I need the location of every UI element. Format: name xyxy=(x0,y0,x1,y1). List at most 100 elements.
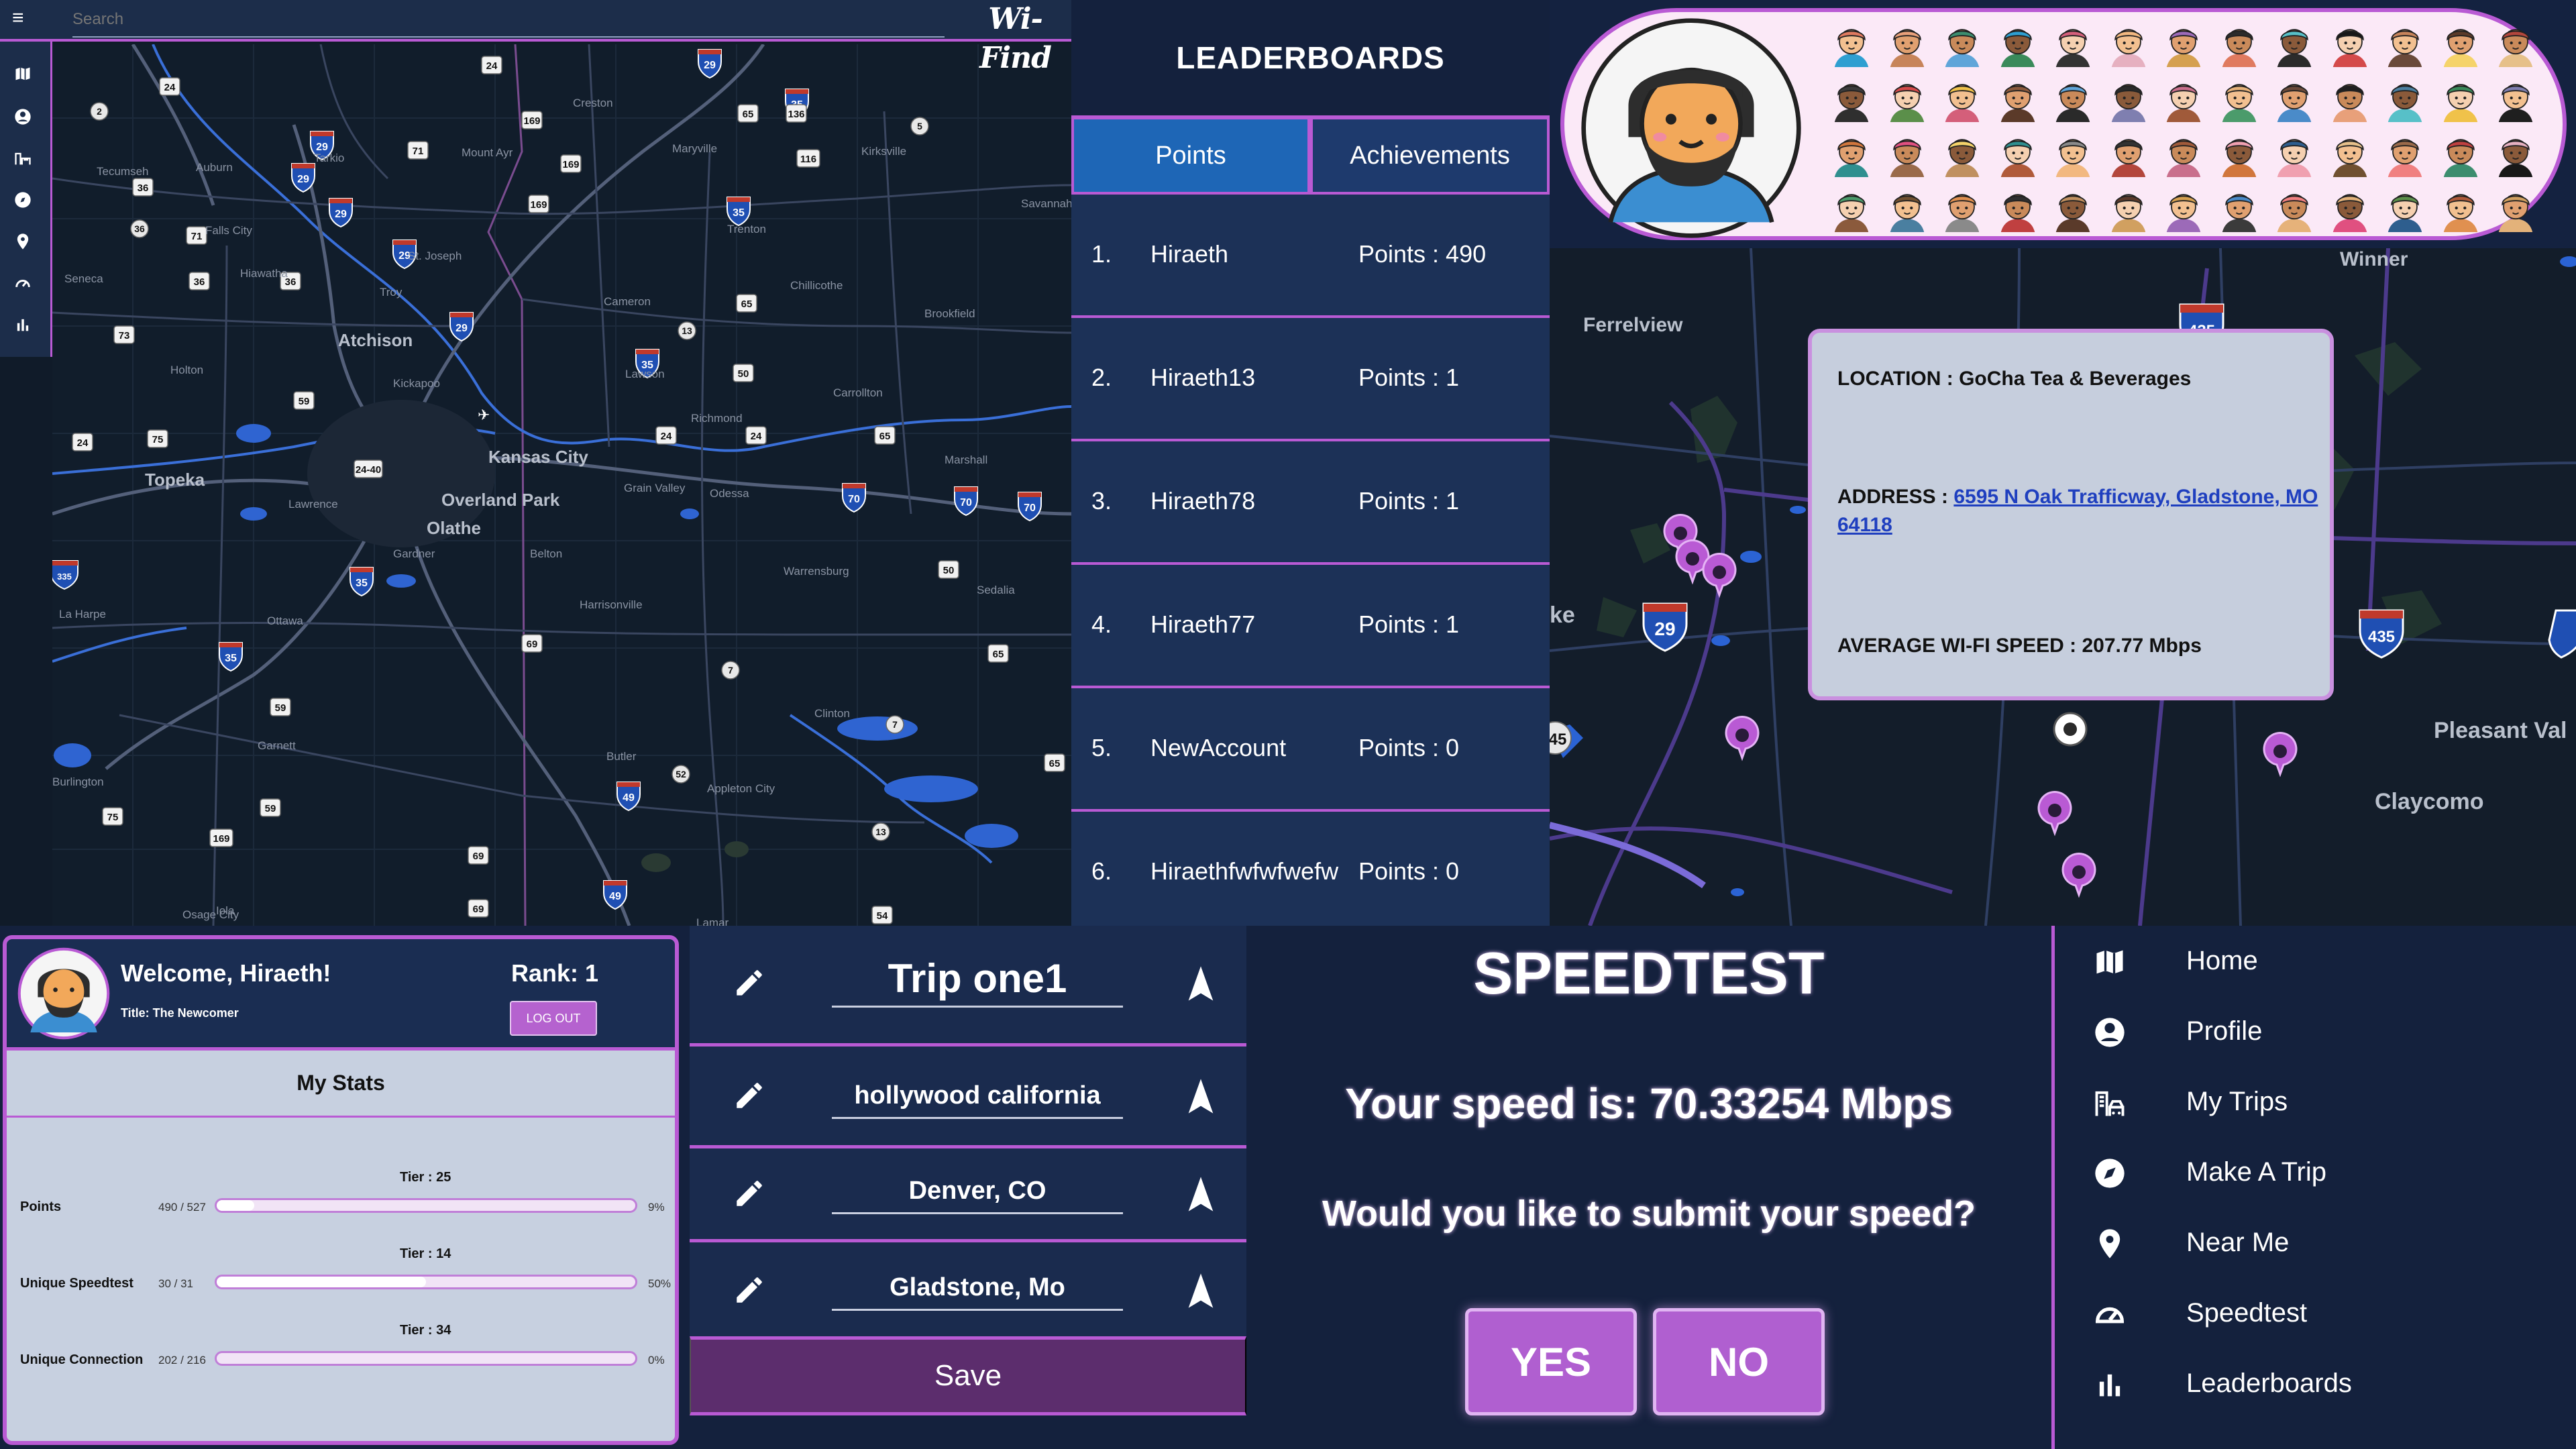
avatar-option[interactable] xyxy=(2270,19,2318,67)
leaderboard-row: 5. NewAccount Points : 0 xyxy=(1071,688,1550,812)
avatar-option[interactable] xyxy=(2104,74,2153,122)
avatar-option[interactable] xyxy=(2491,19,2540,67)
town-label: Creston xyxy=(573,97,613,109)
avatar-option[interactable] xyxy=(2381,129,2429,177)
menu-item-home[interactable]: Home xyxy=(2055,926,2576,996)
avatar-option[interactable] xyxy=(2491,184,2540,232)
menu-item-my-trips[interactable]: My Trips xyxy=(2055,1067,2576,1137)
svg-text:65: 65 xyxy=(1049,758,1061,769)
avatar-option[interactable] xyxy=(2436,19,2485,67)
avatar-option[interactable] xyxy=(2491,129,2540,177)
player-points: Points : 0 xyxy=(1358,857,1460,885)
avatar-option[interactable] xyxy=(2104,19,2153,67)
menu-item-make-a-trip[interactable]: Make A Trip xyxy=(2055,1137,2576,1208)
svg-text:69: 69 xyxy=(473,851,484,862)
tab-achievements[interactable]: Achievements xyxy=(1310,115,1550,195)
avatar-option[interactable] xyxy=(1827,19,1876,67)
edit-pencil-icon[interactable] xyxy=(733,1177,766,1210)
avatar-option[interactable] xyxy=(1938,184,1986,232)
bar-chart-icon[interactable] xyxy=(9,311,36,338)
city-label: Atchison xyxy=(338,330,413,350)
avatar-option[interactable] xyxy=(1883,129,1931,177)
avatar-option[interactable] xyxy=(2270,184,2318,232)
search-input[interactable] xyxy=(72,3,945,38)
tab-points[interactable]: Points xyxy=(1071,115,1310,195)
menu-item-profile[interactable]: Profile xyxy=(2055,996,2576,1067)
avatar-option[interactable] xyxy=(1883,19,1931,67)
compass-icon[interactable] xyxy=(9,186,36,213)
avatar-option[interactable] xyxy=(2159,19,2208,67)
menu-item-speedtest[interactable]: Speedtest xyxy=(2055,1278,2576,1348)
avatar-option[interactable] xyxy=(2215,184,2263,232)
menu-item-near-me[interactable]: Near Me xyxy=(2055,1208,2576,1278)
avatar-option[interactable] xyxy=(2270,129,2318,177)
avatar-option[interactable] xyxy=(2159,129,2208,177)
account-circle-icon[interactable] xyxy=(9,103,36,130)
avatar-option[interactable] xyxy=(1994,129,2042,177)
near-me-map[interactable]: 29 435 435 45 Ferrelview Winner Pleasant… xyxy=(1550,248,2576,926)
speedometer-icon[interactable] xyxy=(9,270,36,297)
avatar-option[interactable] xyxy=(2436,184,2485,232)
avatar-option[interactable] xyxy=(1827,129,1876,177)
avatar-option[interactable] xyxy=(2049,19,2097,67)
trip-stop-input[interactable] xyxy=(832,1267,1123,1311)
navigation-arrow-icon[interactable] xyxy=(1186,1272,1216,1309)
avatar-option[interactable] xyxy=(2049,184,2097,232)
avatar-option[interactable] xyxy=(2104,129,2153,177)
map-place-label: Winner xyxy=(2340,248,2408,270)
menu-item-leaderboards[interactable]: Leaderboards xyxy=(2055,1348,2576,1419)
rank-number: 6. xyxy=(1091,857,1112,885)
svg-text:24: 24 xyxy=(751,431,762,442)
avatar-option[interactable] xyxy=(1994,74,2042,122)
avatar-option[interactable] xyxy=(2326,184,2374,232)
avatar-option[interactable] xyxy=(1938,74,1986,122)
yes-button[interactable]: YES xyxy=(1465,1308,1637,1415)
avatar-option[interactable] xyxy=(2215,129,2263,177)
avatar-option[interactable] xyxy=(1827,184,1876,232)
town-label: Warrensburg xyxy=(784,565,849,578)
avatar-option[interactable] xyxy=(1883,74,1931,122)
town-label: Appleton City xyxy=(707,782,775,795)
trip-stop-input[interactable] xyxy=(832,1170,1123,1214)
region-map[interactable]: 29 29 29 29 29 35 35 35 35 70 70 70 335 … xyxy=(52,44,1071,926)
hamburger-menu-icon[interactable]: ≡ xyxy=(12,8,35,28)
avatar-option[interactable] xyxy=(2159,74,2208,122)
town-label: Lawson xyxy=(625,368,665,380)
avatar-option[interactable] xyxy=(1994,19,2042,67)
avatar-option[interactable] xyxy=(2326,129,2374,177)
navigation-arrow-icon[interactable] xyxy=(1186,965,1216,1002)
avatar-option[interactable] xyxy=(2436,74,2485,122)
save-trip-button[interactable]: Save xyxy=(690,1336,1246,1415)
navigation-arrow-icon[interactable] xyxy=(1186,1175,1216,1213)
avatar-option[interactable] xyxy=(2326,74,2374,122)
avatar-option[interactable] xyxy=(1827,74,1876,122)
avatar-option[interactable] xyxy=(2326,19,2374,67)
navigation-arrow-icon[interactable] xyxy=(1186,1077,1216,1115)
avatar-option[interactable] xyxy=(1994,184,2042,232)
map-icon[interactable] xyxy=(9,60,36,87)
avatar-option[interactable] xyxy=(1938,129,1986,177)
edit-pencil-icon[interactable] xyxy=(733,1079,766,1112)
trip-stop-input[interactable] xyxy=(832,1075,1123,1119)
avatar-option[interactable] xyxy=(2381,184,2429,232)
avatar-option[interactable] xyxy=(2381,19,2429,67)
avatar-option[interactable] xyxy=(2104,184,2153,232)
avatar-option[interactable] xyxy=(2159,184,2208,232)
edit-pencil-icon[interactable] xyxy=(733,966,766,1000)
avatar-option[interactable] xyxy=(2049,74,2097,122)
avatar-option[interactable] xyxy=(2049,129,2097,177)
logout-button[interactable]: LOG OUT xyxy=(510,1001,597,1036)
avatar-option[interactable] xyxy=(2436,129,2485,177)
avatar-option[interactable] xyxy=(2215,19,2263,67)
avatar-option[interactable] xyxy=(1938,19,1986,67)
no-button[interactable]: NO xyxy=(1653,1308,1825,1415)
location-pin-icon[interactable] xyxy=(9,228,36,255)
edit-pencil-icon[interactable] xyxy=(733,1273,766,1307)
avatar-option[interactable] xyxy=(2381,74,2429,122)
avatar-option[interactable] xyxy=(2215,74,2263,122)
trip-name-input[interactable] xyxy=(832,951,1123,1008)
avatar-option[interactable] xyxy=(2491,74,2540,122)
trips-icon[interactable] xyxy=(9,145,36,172)
avatar-option[interactable] xyxy=(1883,184,1931,232)
avatar-option[interactable] xyxy=(2270,74,2318,122)
